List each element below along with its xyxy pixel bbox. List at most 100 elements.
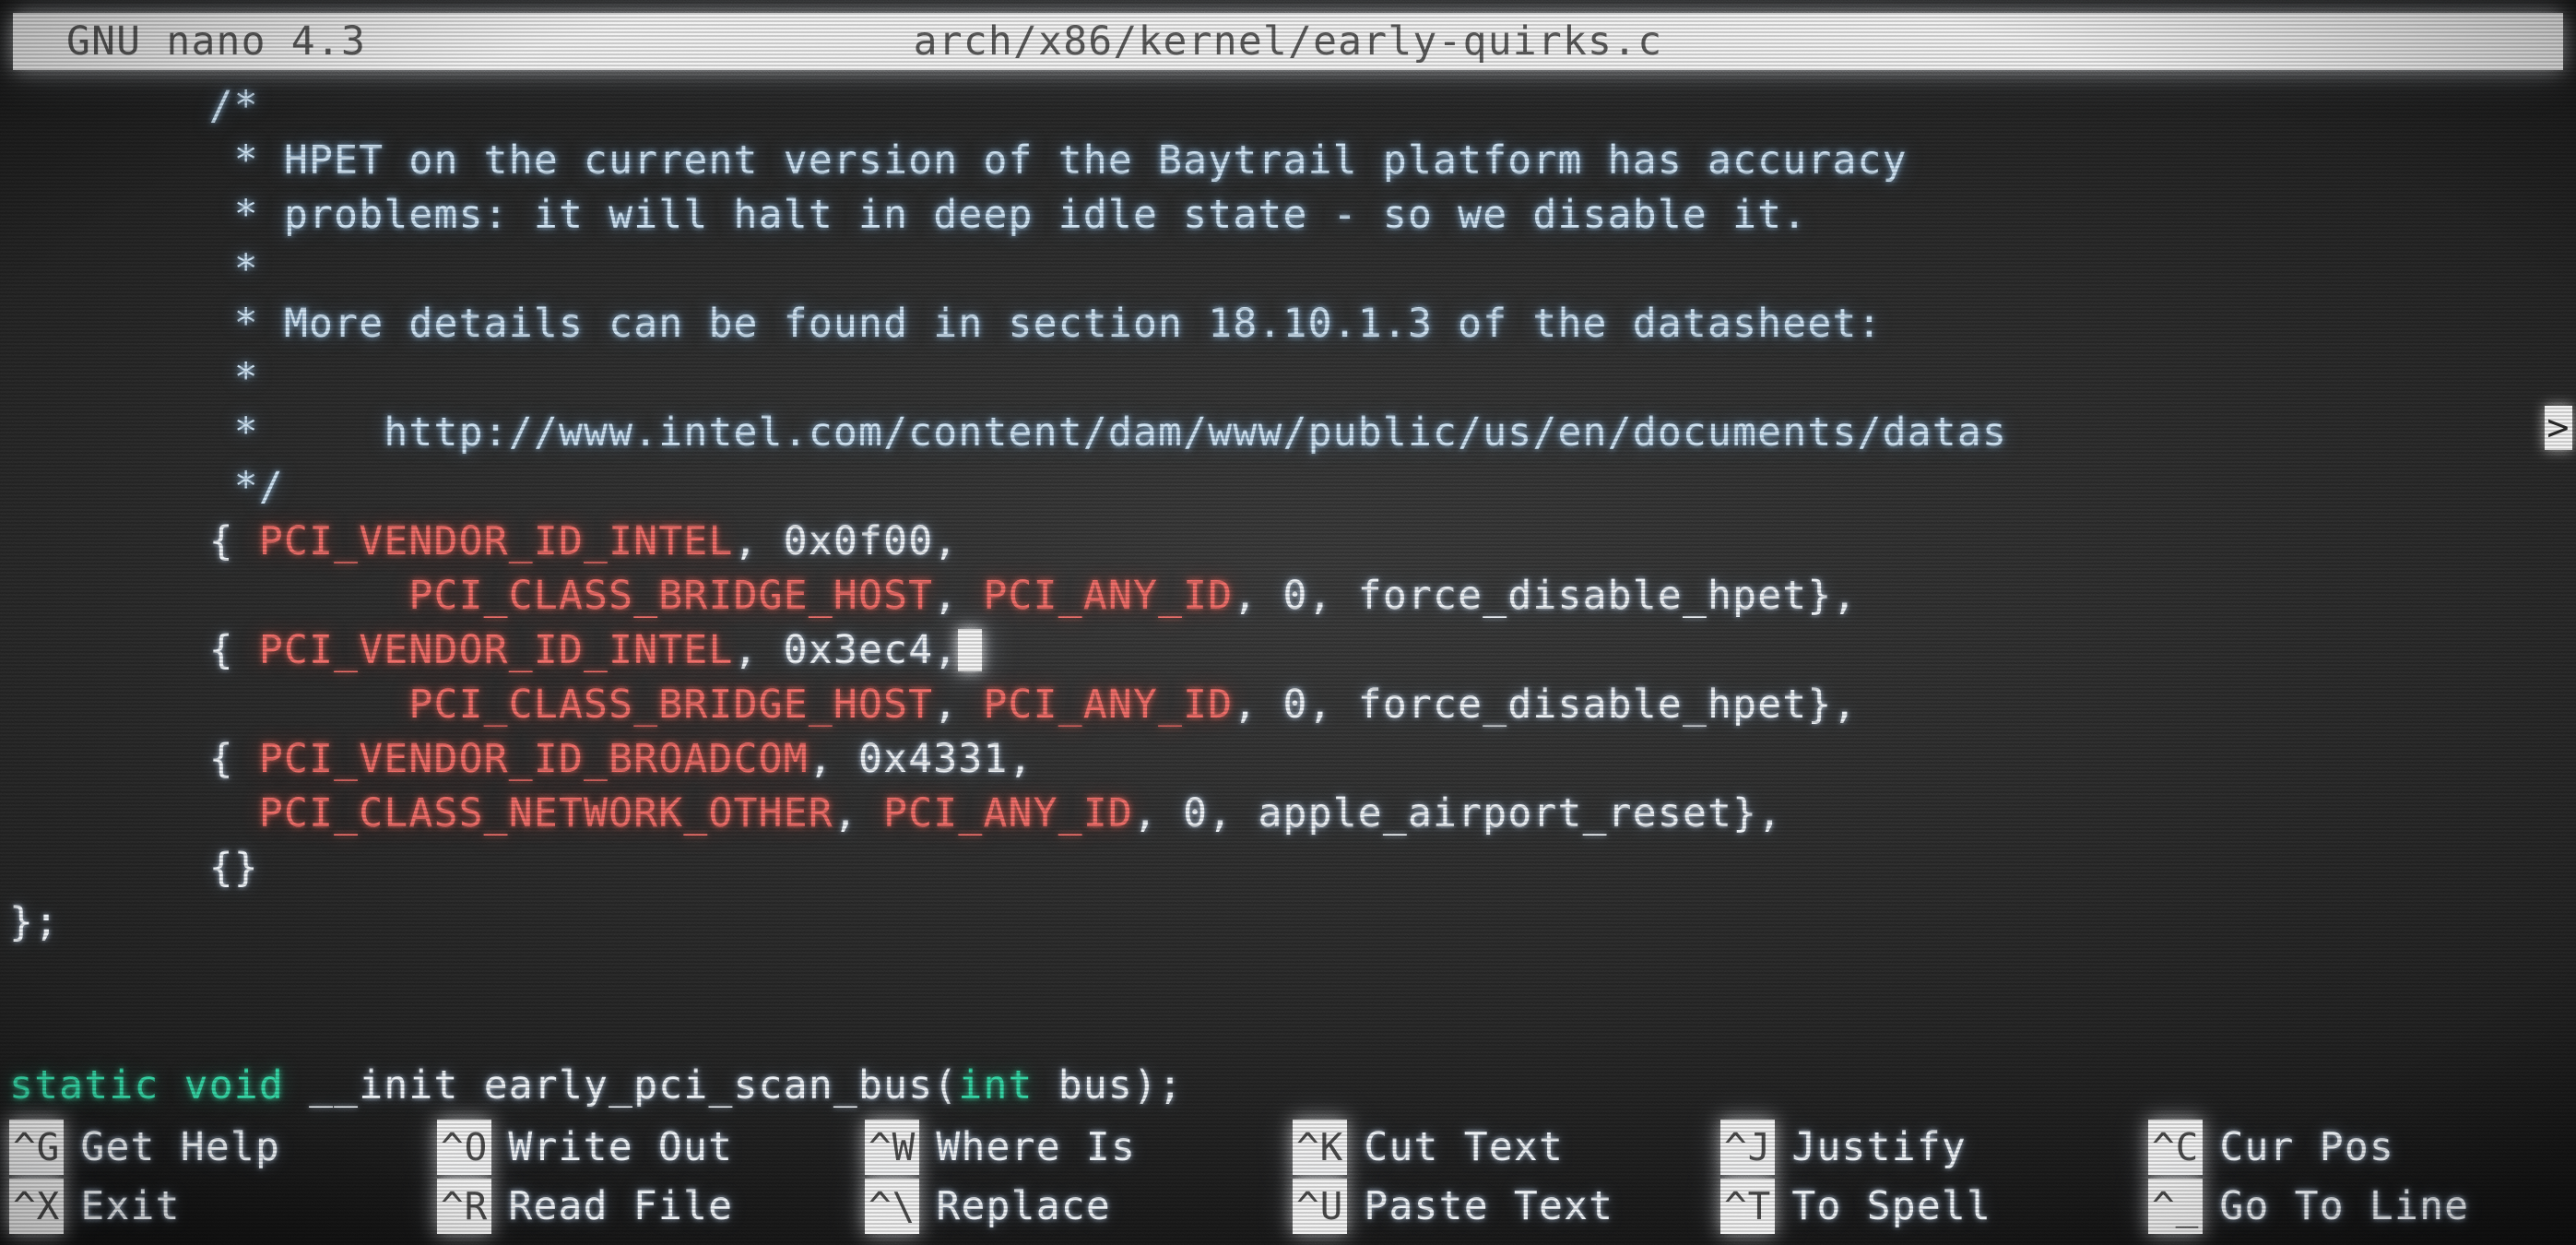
- code-line[interactable]: /*: [0, 79, 2576, 134]
- shortcut-read-file[interactable]: ^R Read File: [437, 1179, 865, 1234]
- code-token-red: PCI_ANY_ID: [983, 682, 1234, 728]
- shortcut-label: Paste Text: [1364, 1183, 1614, 1229]
- code-line[interactable]: static void __init early_pci_scan_bus(in…: [0, 1059, 2576, 1113]
- code-token-red: PCI_CLASS_NETWORK_OTHER: [258, 790, 833, 836]
- code-token-red: PCI_ANY_ID: [883, 790, 1133, 836]
- nano-title-bar: GNU nano 4.3 arch/x86/kernel/early-quirk…: [13, 13, 2563, 70]
- shortcut-cut-text[interactable]: ^K Cut Text: [1293, 1120, 1720, 1175]
- code-line[interactable]: { PCI_VENDOR_ID_INTEL, 0x0f00,: [0, 515, 2576, 569]
- code-token-white: };: [9, 899, 60, 945]
- shortcut-label: Read File: [508, 1183, 734, 1229]
- code-token-white: , 0, force_disable_hpet},: [1233, 682, 1858, 728]
- shortcut-cur-pos[interactable]: ^C Cur Pos: [2148, 1120, 2576, 1175]
- shortcut-label: Cut Text: [1364, 1124, 1565, 1170]
- shortcut-exit[interactable]: ^X Exit: [9, 1179, 437, 1234]
- code-token-comment: * HPET on the current version of the Bay…: [233, 137, 1908, 184]
- shortcut-row: ^G Get Help ^O Write Out ^W Where Is ^K Cut Tex…: [9, 1120, 2576, 1175]
- shortcut-to-spell[interactable]: ^T To Spell: [1720, 1179, 2148, 1234]
- text-cursor: [958, 629, 983, 671]
- code-line[interactable]: PCI_CLASS_BRIDGE_HOST, PCI_ANY_ID, 0, fo…: [0, 678, 2576, 732]
- code-token-red: PCI_ANY_ID: [983, 573, 1234, 619]
- shortcut-key: ^\: [865, 1179, 920, 1234]
- terminal-screen: GNU nano 4.3 arch/x86/kernel/early-quirk…: [0, 0, 2576, 1245]
- code-token-white: , 0x3ec4,: [733, 627, 959, 673]
- shortcut-replace[interactable]: ^\ Replace: [865, 1179, 1293, 1234]
- code-token-white: ,: [833, 790, 884, 836]
- shortcut-key: ^G: [9, 1120, 65, 1175]
- shortcut-key: ^_: [2148, 1179, 2204, 1234]
- code-line[interactable]: [0, 950, 2576, 1004]
- shortcut-key: ^W: [865, 1120, 920, 1175]
- shortcut-go-to-line[interactable]: ^_ Go To Line: [2148, 1179, 2576, 1234]
- shortcut-row: ^X Exit ^R Read File ^\ Replace ^U Paste Text ^T…: [9, 1179, 2576, 1234]
- shortcut-get-help[interactable]: ^G Get Help: [9, 1120, 437, 1175]
- code-token-red: PCI_VENDOR_ID_INTEL: [258, 627, 734, 673]
- code-token-red: PCI_VENDOR_ID_INTEL: [258, 518, 734, 564]
- code-token-red: PCI_CLASS_BRIDGE_HOST: [408, 573, 934, 619]
- open-file-path: arch/x86/kernel/early-quirks.c: [913, 18, 1663, 65]
- shortcut-paste-text[interactable]: ^U Paste Text: [1293, 1179, 1720, 1234]
- shortcut-label: Go To Line: [2219, 1183, 2470, 1229]
- code-token-white: {: [208, 518, 259, 564]
- code-token-comment: *: [233, 355, 259, 401]
- code-line[interactable]: };: [0, 895, 2576, 950]
- shortcut-where-is[interactable]: ^W Where Is: [865, 1120, 1293, 1175]
- code-token-white: , 0x4331,: [808, 736, 1034, 782]
- nano-shortcut-bar: ^G Get Help ^O Write Out ^W Where Is ^K Cut Tex…: [0, 1120, 2576, 1234]
- code-line[interactable]: {}: [0, 841, 2576, 895]
- shortcut-justify[interactable]: ^J Justify: [1720, 1120, 2148, 1175]
- code-line[interactable]: *: [0, 351, 2576, 406]
- code-token-white: {: [208, 627, 259, 673]
- shortcut-key: ^J: [1720, 1120, 1776, 1175]
- shortcut-label: Where Is: [936, 1124, 1137, 1170]
- code-line[interactable]: * http://www.intel.com/content/dam/www/p…: [0, 406, 2576, 460]
- code-line[interactable]: [0, 1004, 2576, 1059]
- shortcut-label: To Spell: [1791, 1183, 1992, 1229]
- code-token-white: , 0, force_disable_hpet},: [1233, 573, 1858, 619]
- line-overflow-marker: >: [2545, 406, 2572, 450]
- code-token-white: {: [208, 736, 259, 782]
- code-token-white: , 0x0f00,: [733, 518, 959, 564]
- shortcut-key: ^C: [2148, 1120, 2204, 1175]
- code-line[interactable]: * problems: it will halt in deep idle st…: [0, 188, 2576, 243]
- code-token-comment: * More details can be found in section 1…: [233, 301, 1883, 347]
- shortcut-key: ^R: [437, 1179, 492, 1234]
- shortcut-key: ^O: [437, 1120, 492, 1175]
- code-line[interactable]: */: [0, 460, 2576, 515]
- code-line[interactable]: * HPET on the current version of the Bay…: [0, 134, 2576, 188]
- code-line[interactable]: PCI_CLASS_NETWORK_OTHER, PCI_ANY_ID, 0, …: [0, 787, 2576, 841]
- shortcut-label: Justify: [1791, 1124, 1967, 1170]
- code-line[interactable]: * More details can be found in section 1…: [0, 297, 2576, 351]
- code-token-comment: *: [233, 246, 259, 292]
- code-token-white: bus);: [1033, 1062, 1184, 1109]
- shortcut-key: ^T: [1720, 1179, 1776, 1234]
- code-token-white: , 0, apple_airport_reset},: [1133, 790, 1783, 836]
- code-line[interactable]: { PCI_VENDOR_ID_INTEL, 0x3ec4,: [0, 623, 2576, 678]
- code-token-white: ,: [933, 682, 984, 728]
- code-token-comment: * http://www.intel.com/content/dam/www/p…: [233, 409, 2008, 456]
- shortcut-write-out[interactable]: ^O Write Out: [437, 1120, 865, 1175]
- terminal-content: GNU nano 4.3 arch/x86/kernel/early-quirk…: [0, 0, 2576, 1245]
- editor-text-area[interactable]: /* * HPET on the current version of the …: [0, 70, 2576, 1245]
- code-token-white: {}: [208, 845, 259, 891]
- code-line[interactable]: { PCI_VENDOR_ID_BROADCOM, 0x4331,: [0, 732, 2576, 787]
- code-token-red: PCI_VENDOR_ID_BROADCOM: [258, 736, 809, 782]
- code-line[interactable]: PCI_CLASS_BRIDGE_HOST, PCI_ANY_ID, 0, fo…: [0, 569, 2576, 623]
- shortcut-label: Cur Pos: [2219, 1124, 2394, 1170]
- shortcut-label: Exit: [80, 1183, 181, 1229]
- code-line[interactable]: *: [0, 243, 2576, 297]
